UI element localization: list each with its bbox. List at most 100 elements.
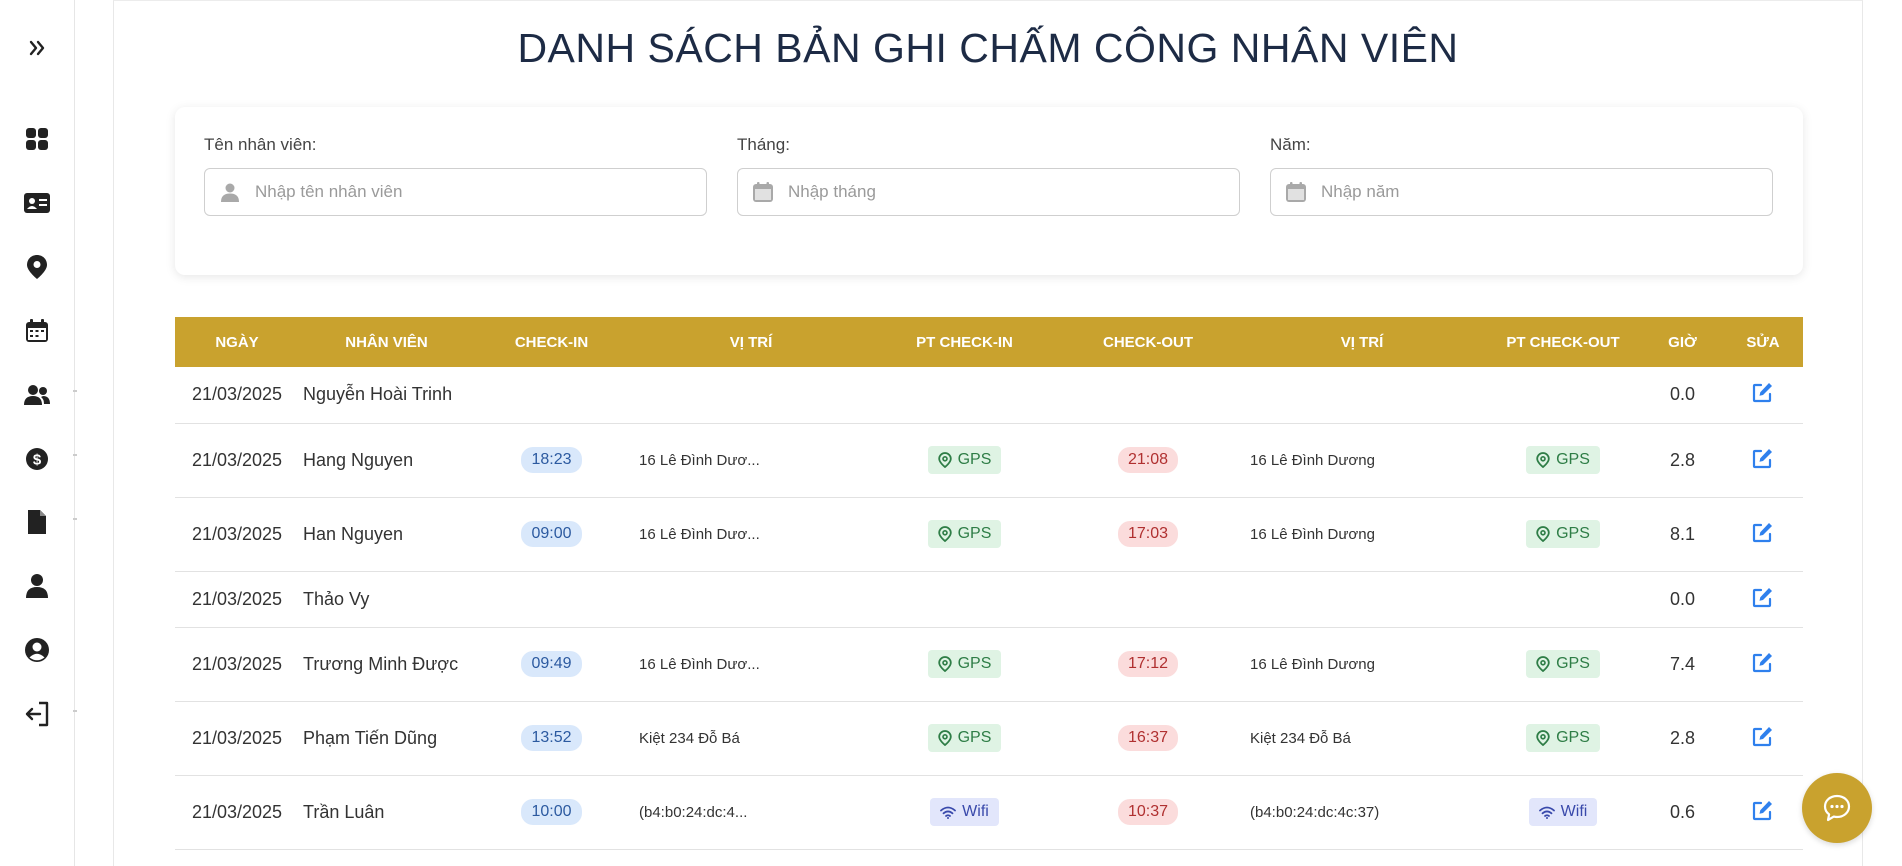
method-label: GPS <box>1556 525 1590 542</box>
col-header-checkout-location[interactable]: VỊ TRÍ <box>1240 317 1484 367</box>
col-header-checkin-location[interactable]: VỊ TRÍ <box>629 317 873 367</box>
chat-icon <box>1823 794 1851 822</box>
location-icon <box>1536 656 1550 672</box>
sidebar-item-id-card[interactable] <box>21 187 53 219</box>
edit-button[interactable] <box>1752 381 1774 403</box>
sidebar-item-users[interactable] <box>21 379 53 411</box>
checkin-time-badge: 09:49 <box>521 651 582 677</box>
user-icon <box>26 574 48 598</box>
date-cell: 21/03/2025 <box>175 497 299 572</box>
checkin-cell: 10:00 <box>474 775 629 850</box>
checkout-method-badge: GPS <box>1526 446 1600 474</box>
edit-button[interactable] <box>1752 586 1774 608</box>
method-label: GPS <box>957 655 992 672</box>
checkin-method-cell <box>873 367 1056 424</box>
edit-button[interactable] <box>1752 521 1774 543</box>
employee-name-cell: Thảo Vy <box>299 571 474 628</box>
location-icon <box>1536 730 1550 746</box>
dashboard-icon <box>26 128 48 150</box>
col-header-checkin[interactable]: CHECK-IN <box>474 317 629 367</box>
location-icon <box>1536 526 1550 542</box>
month-input[interactable] <box>788 182 1208 202</box>
checkin-time-badge: 09:00 <box>521 521 582 547</box>
checkout-location-cell: (b4:b0:24:dc:4c:37) <box>1240 775 1484 850</box>
employee-name-cell: Han Nguyen <box>299 497 474 572</box>
sidebar-item-profile[interactable] <box>21 570 53 602</box>
edit-button[interactable] <box>1752 651 1774 673</box>
divider <box>73 518 77 520</box>
checkout-time-badge: 16:37 <box>1117 725 1179 751</box>
svg-text:$: $ <box>33 452 42 469</box>
table-body: 21/03/2025 Nguyễn Hoài Trinh 0.0 21/03/2025… <box>175 367 1803 850</box>
method-label: GPS <box>1556 451 1590 468</box>
checkout-method-cell: Wifi <box>1484 775 1642 850</box>
checkin-cell: 13:52 <box>474 701 629 776</box>
checkin-cell <box>474 571 629 628</box>
edit-cell <box>1723 367 1803 424</box>
edit-button[interactable] <box>1752 725 1774 747</box>
checkin-method-badge: GPS <box>927 724 1002 752</box>
table-row: 21/03/2025 Thảo Vy 0.0 <box>175 571 1803 628</box>
expand-sidebar-button[interactable] <box>21 32 53 64</box>
employee-name-cell: Hang Nguyen <box>299 423 474 498</box>
edit-icon <box>1752 522 1772 542</box>
employee-filter-label: Tên nhân viên: <box>204 135 317 154</box>
checkin-cell: 09:00 <box>474 497 629 572</box>
sidebar-item-account[interactable] <box>21 634 53 666</box>
checkout-cell <box>1056 367 1240 424</box>
checkin-method-badge: GPS <box>927 650 1002 678</box>
col-header-checkout[interactable]: CHECK-OUT <box>1056 317 1240 367</box>
year-filter: Năm: <box>1270 135 1773 216</box>
checkout-location-cell <box>1240 571 1484 628</box>
month-filter: Tháng: <box>737 135 1240 216</box>
edit-icon <box>1752 652 1772 672</box>
edit-button[interactable] <box>1752 447 1774 469</box>
edit-cell <box>1723 497 1803 572</box>
main-content: DANH SÁCH BẢN GHI CHẤM CÔNG NHÂN VIÊN Tê… <box>113 0 1863 866</box>
divider <box>73 454 77 456</box>
edit-cell <box>1723 701 1803 776</box>
users-icon <box>24 385 50 405</box>
checkout-cell: 17:03 <box>1056 497 1240 572</box>
hours-cell: 8.1 <box>1642 497 1723 572</box>
hours-cell: 2.8 <box>1642 701 1723 776</box>
wifi-icon <box>1538 806 1555 819</box>
sidebar-item-documents[interactable] <box>21 506 53 538</box>
col-header-checkout-method[interactable]: PT CHECK-OUT <box>1484 317 1642 367</box>
location-icon <box>27 255 47 279</box>
checkin-method-badge: GPS <box>927 520 1002 548</box>
employee-name-cell: Trần Luân <box>299 775 474 850</box>
checkin-location-cell <box>629 367 873 424</box>
employee-name-input[interactable] <box>255 182 675 202</box>
method-label: GPS <box>957 451 992 468</box>
checkout-cell: 16:37 <box>1056 701 1240 776</box>
checkout-cell <box>1056 571 1240 628</box>
col-header-date[interactable]: NGÀY <box>175 317 299 367</box>
location-icon <box>937 730 952 746</box>
edit-button[interactable] <box>1752 799 1774 821</box>
chat-button[interactable] <box>1802 773 1872 843</box>
sidebar-item-calendar[interactable] <box>21 315 53 347</box>
sidebar-item-logout[interactable] <box>21 698 53 730</box>
sidebar-item-dashboard[interactable] <box>21 123 53 155</box>
year-input[interactable] <box>1321 182 1741 202</box>
divider <box>73 390 77 392</box>
attendance-table-wrap: NGÀY NHÂN VIÊN CHECK-IN VỊ TRÍ PT CHECK-… <box>175 317 1803 850</box>
edit-icon <box>1752 800 1772 820</box>
checkout-location-cell: Kiệt 234 Đỗ Bá <box>1240 701 1484 776</box>
calendar-icon <box>1285 181 1307 203</box>
col-header-employee[interactable]: NHÂN VIÊN <box>299 317 474 367</box>
edit-icon <box>1752 587 1772 607</box>
date-cell: 21/03/2025 <box>175 701 299 776</box>
hours-cell: 2.8 <box>1642 423 1723 498</box>
month-filter-label: Tháng: <box>737 135 790 154</box>
col-header-hours[interactable]: GIỜ <box>1642 317 1723 367</box>
col-header-checkin-method[interactable]: PT CHECK-IN <box>873 317 1056 367</box>
checkin-cell <box>474 367 629 424</box>
sidebar-item-location[interactable] <box>21 251 53 283</box>
sidebar-item-salary[interactable]: $ <box>21 443 53 475</box>
table-header-row: NGÀY NHÂN VIÊN CHECK-IN VỊ TRÍ PT CHECK-… <box>175 317 1803 367</box>
edit-cell <box>1723 423 1803 498</box>
date-cell: 21/03/2025 <box>175 627 299 702</box>
checkin-method-cell: GPS <box>873 701 1056 776</box>
